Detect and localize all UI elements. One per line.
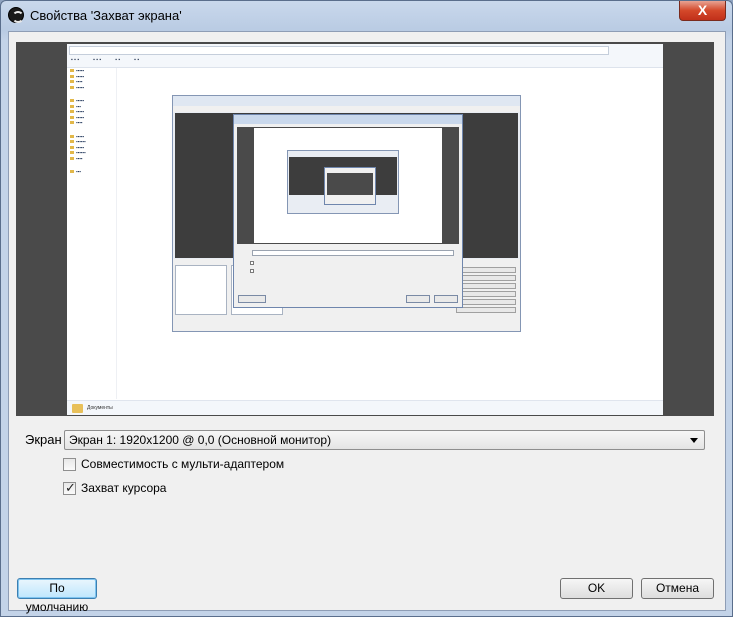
captured-checkbox	[250, 261, 254, 265]
properties-window: Свойства 'Захват экрана' X ▪ ▪ ▪ ▪ ▪ ▪ ▪ ▪…	[0, 0, 733, 617]
captured-defaults-button	[238, 295, 266, 303]
folder-icon	[72, 404, 83, 413]
recursive-dialog-preview	[327, 173, 373, 195]
captured-obs-button	[456, 307, 516, 313]
window-title: Свойства 'Захват экрана'	[30, 8, 182, 23]
captured-obs-button	[456, 299, 516, 305]
captured-obs-window	[172, 95, 521, 332]
captured-obs-button	[456, 283, 516, 289]
captured-obs-button	[456, 267, 516, 273]
close-button[interactable]: X	[679, 1, 726, 21]
captured-checkbox	[250, 269, 254, 273]
screen-select[interactable]: Экран 1: 1920x1200 @ 0,0 (Основной монит…	[64, 430, 705, 450]
dropdown-arrow-icon[interactable]	[690, 438, 698, 443]
captured-scenes-list	[175, 265, 227, 315]
captured-cancel-button	[434, 295, 458, 303]
multi-adapter-checkbox[interactable]	[63, 458, 76, 471]
explorer-status-text: Документы	[87, 405, 113, 411]
captured-obs-button	[456, 291, 516, 297]
captured-obs-menu	[173, 106, 520, 112]
capture-preview: ▪ ▪ ▪ ▪ ▪ ▪ ▪ ▪ ▪ ▪ ▪▪▪▪▪ ▪▪▪▪▪ ▪▪▪▪ ▪▪▪▪▪ ▪▪▪…	[16, 42, 714, 416]
explorer-address-bar	[69, 46, 609, 55]
captured-ok-button	[406, 295, 430, 303]
cancel-button[interactable]: Отмена	[641, 578, 714, 599]
obs-app-icon	[8, 7, 24, 23]
explorer-sidebar: ▪▪▪▪▪ ▪▪▪▪▪ ▪▪▪▪ ▪▪▪▪▪ ▪▪▪▪▪ ▪▪▪ ▪▪▪▪▪ ▪▪▪▪▪ ▪▪…	[67, 68, 117, 399]
screen-select-value: Экран 1: 1920x1200 @ 0,0 (Основной монит…	[69, 433, 332, 447]
multi-adapter-label[interactable]: Совместимость с мульти-адаптером	[81, 457, 284, 471]
recursive-dialog	[324, 167, 376, 205]
screen-label: Экран	[25, 432, 62, 447]
capture-cursor-label[interactable]: Захват курсора	[81, 481, 166, 495]
checkmark-icon: ✓	[65, 480, 76, 495]
defaults-button[interactable]: По умолчанию	[17, 578, 97, 614]
dialog-client-area: ▪ ▪ ▪ ▪ ▪ ▪ ▪ ▪ ▪ ▪ ▪▪▪▪▪ ▪▪▪▪▪ ▪▪▪▪ ▪▪▪▪▪ ▪▪▪…	[8, 31, 726, 614]
captured-desktop: ▪ ▪ ▪ ▪ ▪ ▪ ▪ ▪ ▪ ▪ ▪▪▪▪▪ ▪▪▪▪▪ ▪▪▪▪ ▪▪▪▪▪ ▪▪▪…	[67, 44, 663, 415]
captured-obs-title	[173, 96, 520, 106]
captured-dialog-preview	[237, 127, 459, 244]
captured-screen-select	[252, 250, 454, 256]
explorer-menu: ▪ ▪ ▪ ▪ ▪ ▪ ▪ ▪ ▪ ▪	[71, 57, 140, 63]
captured-dialog-desktop	[254, 128, 442, 243]
explorer-toolbar: ▪ ▪ ▪ ▪ ▪ ▪ ▪ ▪ ▪ ▪	[67, 44, 663, 68]
recursive-obs-window	[287, 150, 399, 214]
captured-properties-dialog	[233, 114, 463, 308]
captured-obs-button	[456, 275, 516, 281]
explorer-status-bar: Документы	[67, 400, 663, 415]
ok-button[interactable]: OK	[560, 578, 633, 599]
title-bar[interactable]: Свойства 'Захват экрана' X	[1, 1, 732, 31]
captured-dialog-title	[234, 115, 462, 124]
capture-cursor-checkbox[interactable]: ✓	[63, 480, 76, 495]
recursive-obs-preview	[289, 157, 397, 205]
